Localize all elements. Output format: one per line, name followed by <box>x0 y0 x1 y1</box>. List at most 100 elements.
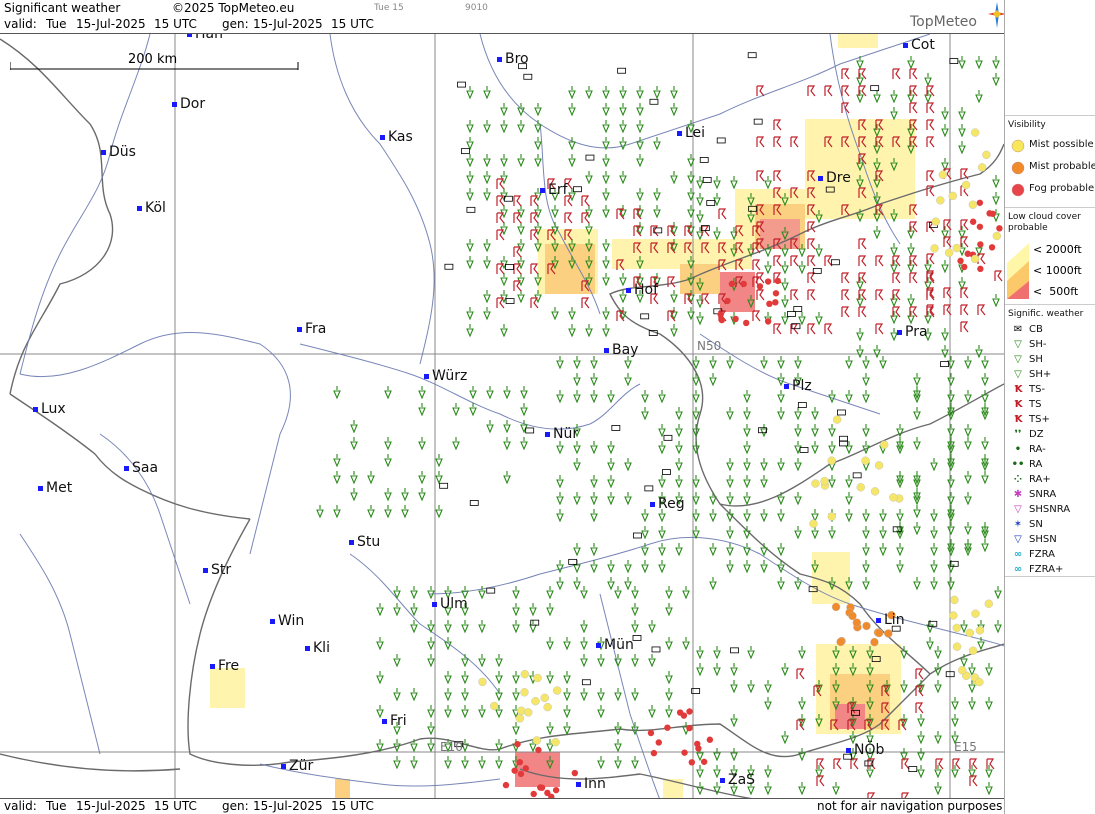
valid-time: 15 UTC <box>154 17 197 31</box>
legend-label: Mist probable <box>1029 161 1095 172</box>
city-label: Win <box>278 613 305 629</box>
legend-sigwx-16: ∞ FZRA+ <box>1005 563 1095 577</box>
city-kli: Kli <box>305 640 330 656</box>
legend-visibility-2: Fog probable <box>1005 182 1095 197</box>
city-marker <box>38 485 43 491</box>
city-reg: Reg <box>650 496 685 512</box>
legend-label: RA- <box>1029 444 1046 455</box>
city-marker <box>784 383 789 389</box>
footer-valid-label: valid: <box>4 799 37 813</box>
legend-label: DZ <box>1029 429 1044 440</box>
thunderstorm-heavy-icon: Ꝁ <box>1014 414 1022 425</box>
gen-date: 15-Jul-2025 <box>253 17 323 31</box>
shower-heavy-icon: ▽ <box>1014 369 1022 380</box>
city-marker <box>497 56 502 62</box>
grid-label-n50: N50 <box>697 339 722 353</box>
legend-label: CB <box>1029 324 1043 335</box>
lowcloud-section: Low cloud cover probable < 2000ft < 1000f… <box>1005 207 1095 305</box>
city-label: Reg <box>658 496 685 512</box>
city-label: Pra <box>905 324 928 340</box>
city-marker <box>382 718 387 724</box>
city-lux: Lux <box>33 401 66 417</box>
legend-visibility-0: Mist possible <box>1005 138 1095 153</box>
city-label: Fra <box>305 321 327 337</box>
thunderstorm-icon: Ꝁ <box>1014 399 1022 410</box>
city-marker <box>187 34 192 37</box>
valid-date: 15-Jul-2025 <box>76 17 146 31</box>
city-label: Bay <box>612 342 639 358</box>
snow-icon: ✶ <box>1013 519 1023 530</box>
legend-label: SH <box>1029 354 1043 365</box>
disclaimer: not for air navigation purposes <box>817 799 1003 813</box>
city-marker <box>818 175 823 181</box>
legend-sigwx-12: ▽ SHSNRA <box>1005 503 1095 517</box>
city-marker <box>124 465 129 471</box>
legend-visibility-2-icon <box>1011 183 1025 197</box>
city-label: Hof <box>634 282 659 298</box>
legend-label: SHSN <box>1029 534 1057 545</box>
city-würz: Würz <box>424 368 467 384</box>
city-marker <box>297 326 302 332</box>
city-label: Düs <box>109 144 136 160</box>
city-hof: Hof <box>626 282 658 298</box>
city-met: Met <box>38 480 72 496</box>
legend-visibility-1: Mist probable <box>1005 160 1095 175</box>
city-kas: Kas <box>380 129 413 145</box>
city-nöb: NÖb <box>846 742 884 758</box>
city-label: Zür <box>289 758 314 774</box>
legend-panel: Visibility Mist possible Mist probable Fog… <box>1004 0 1095 814</box>
city-label: Lux <box>41 401 66 417</box>
city-label: Lei <box>685 125 706 141</box>
city-marker <box>101 149 106 155</box>
city-marker <box>720 777 725 783</box>
legend-sigwx-4: Ꝁ TS- <box>1005 383 1095 397</box>
city-düs: Düs <box>101 144 136 160</box>
rain-heavy-icon: ⁘ <box>1013 474 1023 485</box>
city-saa: Saa <box>124 460 158 476</box>
city-label: ZaS <box>728 772 756 788</box>
rain-icon: •• <box>1011 459 1025 470</box>
city-label: Würz <box>432 368 468 384</box>
city-marker <box>576 781 581 787</box>
weather-map[interactable]: 200 km N50 E10 E15 Han Bro Cot Dor Kas Lei Düs… <box>0 33 1004 799</box>
city-label: Plz <box>792 378 812 394</box>
lowcloud-swatch <box>1007 243 1029 299</box>
city-label: Dor <box>180 96 206 112</box>
city-dor: Dor <box>172 96 205 112</box>
legend-sigwx-3: ▽ SH+ <box>1005 368 1095 382</box>
city-marker <box>349 539 354 545</box>
grid-label-e10: E10 <box>440 740 463 754</box>
city-marker <box>846 747 851 753</box>
legend-label: Fog probable <box>1029 183 1095 194</box>
legend-label: SNRA <box>1029 489 1057 500</box>
footer-gen-label: gen: <box>222 799 249 813</box>
city-label: Saa <box>132 460 159 476</box>
city-marker <box>137 205 142 211</box>
city-marker <box>677 130 682 136</box>
city-label: Köl <box>145 200 166 216</box>
city-label: Kas <box>388 129 413 145</box>
city-bro: Bro <box>497 51 529 67</box>
scale-label: 200 km <box>128 52 178 67</box>
footer-gen-time: 15 UTC <box>331 799 374 813</box>
topmeteo-logo: TopMeteo <box>910 2 1006 30</box>
city-marker <box>897 329 902 335</box>
lowcloud-label-2: < 500ft <box>1033 285 1079 298</box>
city-marker <box>203 567 208 573</box>
map-geography <box>0 34 1004 798</box>
legend-sigwx-0: ✉ CB <box>1005 323 1095 337</box>
city-marker <box>876 617 881 623</box>
legend-label: RA+ <box>1029 474 1051 485</box>
city-marker <box>33 406 38 412</box>
city-ulm: Ulm <box>432 596 468 612</box>
city-fri: Fri <box>382 713 407 729</box>
city-label: Bro <box>505 51 529 67</box>
legend-sigwx-7: ❜❜ DZ <box>1005 428 1095 442</box>
legend-divider <box>1005 576 1095 578</box>
freezing-rain-heavy-icon: ∞ <box>1013 564 1023 575</box>
freezing-rain-icon: ∞ <box>1013 549 1023 560</box>
city-label: Ulm <box>440 596 468 612</box>
city-win: Win <box>270 613 304 629</box>
legend-sigwx-2: ▽ SH <box>1005 353 1095 367</box>
scale-bar: 200 km <box>10 52 300 70</box>
